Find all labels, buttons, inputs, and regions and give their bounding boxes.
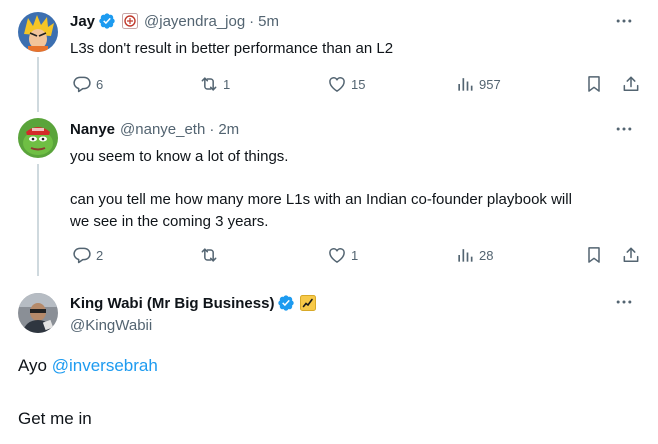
verified-badge-icon <box>99 13 115 29</box>
heart-icon <box>329 248 345 263</box>
tweet-text-line: we see in the coming 3 years. <box>70 213 269 230</box>
tweet-subheader: @KingWabii <box>70 314 152 336</box>
share-icon <box>623 76 639 91</box>
focused-tweet-text: Ayo @inversebrah <box>18 353 158 379</box>
timestamp[interactable]: 5m <box>258 13 279 30</box>
view-count: 28 <box>479 247 494 263</box>
author-handle[interactable]: @jayendra_jog <box>144 13 245 30</box>
repost-icon <box>201 77 217 91</box>
tweet-text: L3s don't result in better performance t… <box>70 40 394 57</box>
author-handle[interactable]: @KingWabii <box>70 317 152 334</box>
author-name[interactable]: Nanye <box>70 121 115 138</box>
tweet-actions: 6 1 15 957 <box>62 72 644 96</box>
more-options-icon[interactable] <box>614 292 634 312</box>
separator-dot: · <box>249 12 255 30</box>
author-name[interactable]: King Wabi (Mr Big Business) <box>70 295 274 312</box>
more-options-icon[interactable] <box>614 11 634 31</box>
views-button[interactable]: 28 <box>455 243 493 267</box>
thread-line <box>37 57 39 112</box>
tweet-header: King Wabi (Mr Big Business) <box>70 292 317 314</box>
heart-icon <box>329 77 345 92</box>
reply-button[interactable]: 6 <box>72 72 103 96</box>
repost-button[interactable] <box>199 243 223 267</box>
tweet-header: Jay @jayendra_jog · 5m <box>70 10 279 32</box>
tweet-text-line: you seem to know a lot of things. <box>70 148 289 165</box>
timestamp[interactable]: 2m <box>218 121 239 138</box>
repost-count: 1 <box>223 76 231 92</box>
mention-link[interactable]: @inversebrah <box>52 356 158 375</box>
like-count: 15 <box>351 76 366 92</box>
separator-dot: · <box>209 120 215 138</box>
view-count: 957 <box>479 76 501 92</box>
affiliate-badge-icon <box>300 295 317 311</box>
more-options-icon[interactable] <box>614 119 634 139</box>
share-button[interactable] <box>621 72 641 96</box>
repost-button[interactable]: 1 <box>199 72 230 96</box>
avatar[interactable] <box>18 293 58 333</box>
tweet-text-prefix: Ayo <box>18 356 52 375</box>
share-button[interactable] <box>621 243 641 267</box>
repost-icon <box>201 248 217 262</box>
reply-count: 6 <box>96 76 104 92</box>
verified-badge-icon <box>278 295 295 311</box>
bookmark-button[interactable] <box>584 243 604 267</box>
bookmark-icon <box>588 247 600 263</box>
author-name[interactable]: Jay <box>70 13 95 30</box>
bookmark-button[interactable] <box>584 72 604 96</box>
tweet-text-line: can you tell me how many more L1s with a… <box>70 191 572 208</box>
share-icon <box>623 247 639 262</box>
reply-icon <box>73 247 91 264</box>
views-button[interactable]: 957 <box>455 72 501 96</box>
reply-icon <box>73 76 91 93</box>
bookmark-icon <box>588 76 600 92</box>
reply-button[interactable]: 2 <box>72 243 103 267</box>
like-button[interactable]: 1 <box>327 243 358 267</box>
tweet-actions: 2 1 28 <box>62 243 644 267</box>
tweet-header: Nanye @nanye_eth · 2m <box>70 118 239 140</box>
focused-tweet-text-line: Get me in <box>18 409 92 428</box>
analytics-icon <box>458 249 473 262</box>
author-handle[interactable]: @nanye_eth <box>120 121 205 138</box>
reply-count: 2 <box>96 247 104 263</box>
like-button[interactable]: 15 <box>327 72 365 96</box>
avatar[interactable] <box>18 12 58 52</box>
avatar[interactable] <box>18 118 58 158</box>
analytics-icon <box>458 78 473 91</box>
like-count: 1 <box>351 247 359 263</box>
affiliate-badge-icon <box>122 13 139 29</box>
thread-line <box>37 164 39 276</box>
